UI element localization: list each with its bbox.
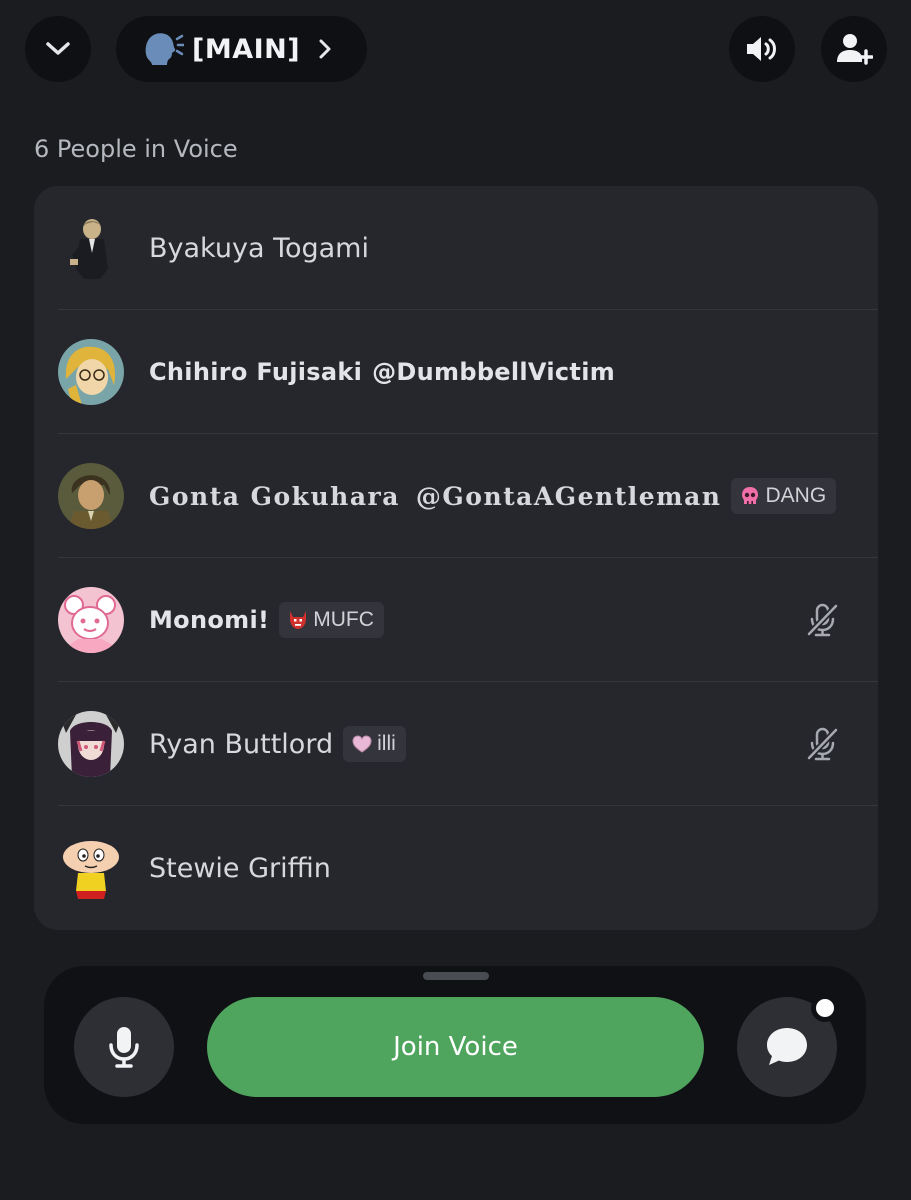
participant-name: Ryan Buttlord <box>149 728 334 760</box>
invite-button[interactable] <box>821 16 887 82</box>
avatar <box>58 711 124 777</box>
microphone-button[interactable] <box>74 997 174 1097</box>
heart-icon <box>352 735 372 753</box>
participant-info: Gonta Gokuhara @GontaAGentleman DANG <box>149 478 837 514</box>
participant-name: Byakuya Togami <box>149 232 369 264</box>
chevron-right-icon <box>319 39 331 59</box>
avatar <box>58 587 124 653</box>
channel-name: [MAIN] <box>192 33 301 65</box>
participant-row[interactable]: Stewie Griffin <box>34 806 878 930</box>
notification-dot <box>811 994 839 1022</box>
participant-row[interactable]: Monomi! MUFC <box>34 558 878 682</box>
participant-handle: @GontaAGentleman <box>415 481 722 511</box>
add-user-icon <box>837 34 873 65</box>
speaking-head-icon <box>145 33 184 65</box>
server-tag-label: illi <box>377 732 396 755</box>
devil-icon <box>290 611 307 629</box>
avatar <box>58 339 124 405</box>
collapse-button[interactable] <box>25 16 91 82</box>
chat-bubble-icon <box>767 1028 807 1065</box>
participant-name: Gonta Gokuhara <box>149 481 400 511</box>
participant-list: Byakuya Togami Chihiro Fujisaki @Dumbbel… <box>34 186 878 930</box>
server-tag-label: DANG <box>765 484 827 507</box>
server-tag: DANG <box>731 478 837 514</box>
speaker-icon <box>747 37 776 61</box>
participant-info: Chihiro Fujisaki @DumbbellVictim <box>149 358 615 386</box>
participant-info: Stewie Griffin <box>149 853 331 884</box>
avatar <box>58 215 124 281</box>
participant-info: Byakuya Togami <box>149 233 369 264</box>
participant-row[interactable]: Byakuya Togami <box>34 186 878 310</box>
channel-title-button[interactable]: [MAIN] <box>116 16 367 82</box>
mic-muted-icon <box>806 603 839 637</box>
participant-row[interactable]: Gonta Gokuhara @GontaAGentleman DANG <box>34 434 878 558</box>
chevron-down-icon <box>46 42 70 55</box>
voice-channel-screen: [MAIN] 6 People in Voice Byakuya Togami … <box>0 0 911 1200</box>
avatar <box>58 463 124 529</box>
participant-name: Stewie Griffin <box>149 852 331 884</box>
participant-row[interactable]: Ryan Buttlord illi <box>34 682 878 806</box>
microphone-icon <box>109 1027 139 1068</box>
participant-name: Monomi! <box>149 606 270 634</box>
drag-handle[interactable] <box>423 972 489 980</box>
mic-muted-icon <box>806 727 839 761</box>
avatar <box>58 835 124 901</box>
participant-handle: @DumbbellVictim <box>372 358 616 386</box>
participant-name: Chihiro Fujisaki <box>149 358 363 386</box>
server-tag-label: MUFC <box>313 608 374 631</box>
participant-row[interactable]: Chihiro Fujisaki @DumbbellVictim <box>34 310 878 434</box>
voice-count-label: 6 People in Voice <box>34 135 238 163</box>
participant-info: Ryan Buttlord illi <box>149 726 406 762</box>
participant-info: Monomi! MUFC <box>149 602 384 638</box>
server-tag: illi <box>343 726 406 762</box>
speaker-button[interactable] <box>729 16 795 82</box>
skull-icon <box>742 487 759 504</box>
server-tag: MUFC <box>279 602 384 638</box>
join-voice-button[interactable]: Join Voice <box>207 997 704 1097</box>
